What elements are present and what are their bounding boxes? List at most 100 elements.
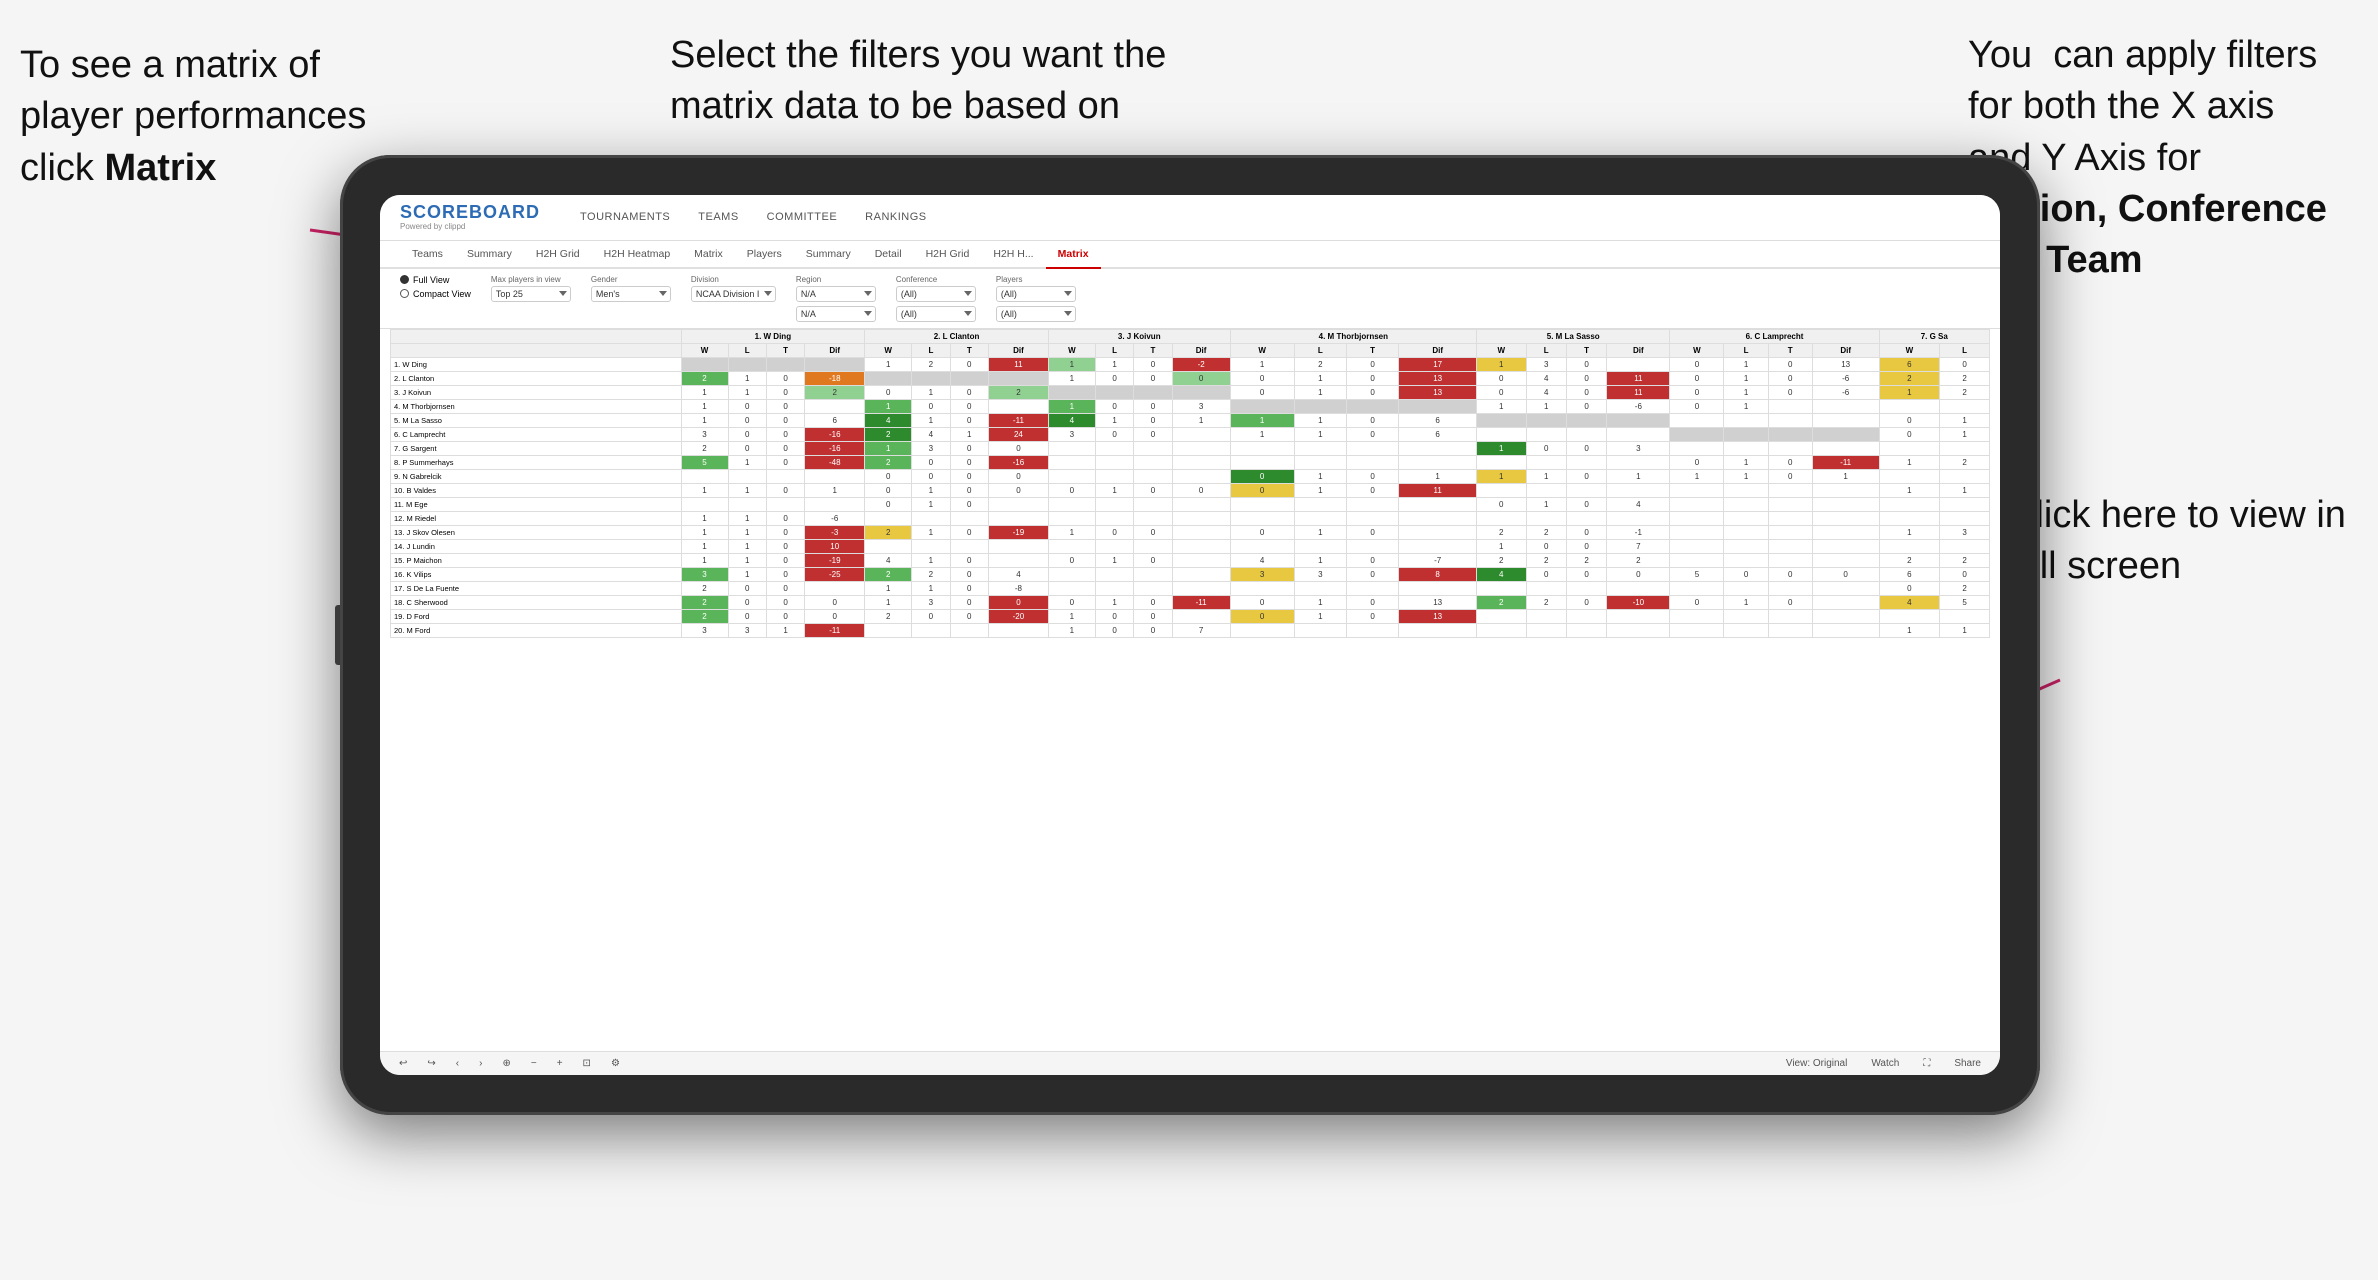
tab-summary2[interactable]: Summary [794, 241, 863, 269]
table-row: 18. C Sherwood 2000 1300 010-11 01013 22… [391, 595, 1990, 609]
tab-detail[interactable]: Detail [863, 241, 914, 269]
toolbar-settings[interactable]: ⚙ [606, 1056, 625, 1071]
toolbar-screen-icon[interactable]: ⛶ [1918, 1056, 1935, 1071]
toolbar-forward[interactable]: › [474, 1056, 487, 1071]
filter-region-y-select[interactable]: N/A [796, 306, 876, 322]
table-row: 13. J Skov Olesen 110-3 210-19 100 010 2… [391, 525, 1990, 539]
table-row: 9. N Gabrelcik 0000 0101 1101 1101 [391, 469, 1990, 483]
toolbar-redo[interactable]: ↪ [422, 1056, 440, 1071]
filter-bar: Full View Compact View Max players in vi… [380, 269, 2000, 329]
nav-tournaments[interactable]: TOURNAMENTS [580, 207, 670, 227]
toolbar-view-original[interactable]: View: Original [1781, 1056, 1853, 1071]
view-full[interactable]: Full View [400, 275, 471, 285]
tablet-screen: SCOREBOARD Powered by clippd TOURNAMENTS… [380, 195, 2000, 1075]
matrix-content: 1. W Ding 2. L Clanton 3. J Koivun 4. M … [380, 329, 2000, 1075]
filter-region: Region N/A N/A [796, 275, 876, 322]
tab-h2h-grid1[interactable]: H2H Grid [524, 241, 592, 269]
tablet-device: SCOREBOARD Powered by clippd TOURNAMENTS… [340, 155, 2040, 1115]
tab-matrix-active[interactable]: Matrix [1046, 241, 1101, 269]
table-row: 10. B Valdes 1101 0100 0100 01011 11 [391, 483, 1990, 497]
logo-title: SCOREBOARD [400, 203, 540, 223]
toolbar-plus[interactable]: + [552, 1056, 568, 1071]
tab-h2h-heatmap[interactable]: H2H Heatmap [592, 241, 683, 269]
filter-conference-label: Conference [896, 275, 976, 284]
app-header: SCOREBOARD Powered by clippd TOURNAMENTS… [380, 195, 2000, 241]
toolbar-back[interactable]: ‹ [451, 1056, 464, 1071]
filter-players-x-select[interactable]: (All) [996, 286, 1076, 302]
annotation-bottomright: Click here to view in full screen [2008, 490, 2348, 593]
filter-region-x-select[interactable]: N/A [796, 286, 876, 302]
tab-teams[interactable]: Teams [400, 241, 455, 269]
toolbar-watch[interactable]: Watch [1866, 1056, 1904, 1071]
bottom-toolbar: ↩ ↪ ‹ › ⊕ − + ⊡ ⚙ View: Original Watch ⛶… [380, 1051, 2000, 1075]
filter-gender: Gender Men's [591, 275, 671, 302]
table-row: 6. C Lamprecht 300-16 24124 300 1106 01 [391, 427, 1990, 441]
tab-summary1[interactable]: Summary [455, 241, 524, 269]
view-options: Full View Compact View [400, 275, 471, 299]
filter-conference-y-select[interactable]: (All) [896, 306, 976, 322]
annotation-topmid: Select the filters you want the matrix d… [670, 30, 1190, 133]
table-row: 16. K Vilips 310-25 2204 3308 4000 500 0… [391, 567, 1990, 581]
filter-players-y-select[interactable]: (All) [996, 306, 1076, 322]
view-compact[interactable]: Compact View [400, 289, 471, 299]
radio-compact-dot [400, 289, 409, 298]
tab-matrix1[interactable]: Matrix [682, 241, 735, 269]
col-header-mthorb: 4. M Thorbjornsen [1230, 329, 1476, 343]
radio-full-dot [400, 275, 409, 284]
annotation-topleft-text: To see a matrix of player performances c… [20, 44, 366, 189]
nav-committee[interactable]: COMMITTEE [767, 207, 838, 227]
toolbar-minus[interactable]: − [526, 1056, 542, 1071]
table-row: 19. D Ford 2000 200-20 100 01013 [391, 609, 1990, 623]
table-row: 15. P Maichon 110-19 410 010 410-7 22 22… [391, 553, 1990, 567]
logo-area: SCOREBOARD Powered by clippd [400, 203, 540, 232]
toolbar-reset[interactable]: ⊡ [578, 1056, 596, 1071]
annotation-topleft: To see a matrix of player performances c… [20, 40, 380, 194]
table-row: 17. S De La Fuente 200 110-8 02 [391, 581, 1990, 595]
filter-gender-label: Gender [591, 275, 671, 284]
tablet-side-button [335, 605, 340, 665]
filter-conference: Conference (All) (All) [896, 275, 976, 322]
col-header-jkoivun: 3. J Koivun [1048, 329, 1230, 343]
table-row: 7. G Sargent 200-16 1300 1003 [391, 441, 1990, 455]
matrix-table-wrapper[interactable]: 1. W Ding 2. L Clanton 3. J Koivun 4. M … [380, 329, 2000, 1051]
main-nav: TOURNAMENTS TEAMS COMMITTEE RANKINGS [580, 207, 927, 227]
table-row: 1. W Ding 12011 110-2 12017 130 01013 60 [391, 357, 1990, 371]
col-header-gsa: 7. G Sa [1879, 329, 1989, 343]
toolbar-share[interactable]: Share [1949, 1056, 1986, 1071]
filter-conference-x-select[interactable]: (All) [896, 286, 976, 302]
filter-division: Division NCAA Division I [691, 275, 776, 302]
sub-nav: Teams Summary H2H Grid H2H Heatmap Matri… [380, 241, 2000, 269]
matrix-table: 1. W Ding 2. L Clanton 3. J Koivun 4. M … [390, 329, 1990, 638]
table-row: 20. M Ford 331-11 1007 11 [391, 623, 1990, 637]
col-header-empty [391, 329, 682, 343]
filter-gender-select[interactable]: Men's [591, 286, 671, 302]
nav-teams[interactable]: TEAMS [698, 207, 738, 227]
tab-players[interactable]: Players [735, 241, 794, 269]
nav-rankings[interactable]: RANKINGS [865, 207, 926, 227]
toolbar-view-area: View: Original Watch ⛶ Share [1781, 1056, 1986, 1071]
col-header-clamprecht: 6. C Lamprecht [1670, 329, 1879, 343]
col-header-wding: 1. W Ding [681, 329, 865, 343]
filter-players-label: Players [996, 275, 1076, 284]
table-row: 14. J Lundin 11010 1007 [391, 539, 1990, 553]
table-row: 2. L Clanton 210-18 1000 01013 04011 010… [391, 371, 1990, 385]
tab-h2h-grid2[interactable]: H2H Grid [914, 241, 982, 269]
filter-max-label: Max players in view [491, 275, 571, 284]
tab-h2h-h[interactable]: H2H H... [981, 241, 1045, 269]
table-row: 12. M Riedel 110-6 [391, 511, 1990, 525]
filter-max-select[interactable]: Top 25 [491, 286, 571, 302]
table-row: 8. P Summerhays 510-48 200-16 010-11 12 [391, 455, 1990, 469]
col-header-lclanton: 2. L Clanton [865, 329, 1049, 343]
col-header-mlasasso: 5. M La Sasso [1477, 329, 1670, 343]
filter-max-players: Max players in view Top 25 [491, 275, 571, 302]
toolbar-add[interactable]: ⊕ [497, 1056, 515, 1071]
filter-region-label: Region [796, 275, 876, 284]
table-row: 5. M La Sasso 1006 410-11 4101 1106 01 [391, 413, 1990, 427]
filter-players: Players (All) (All) [996, 275, 1076, 322]
table-row: 3. J Koivun 1102 0102 01013 04011 010-6 … [391, 385, 1990, 399]
filter-division-label: Division [691, 275, 776, 284]
table-row: 4. M Thorbjornsen 100 100 1003 110-6 01 [391, 399, 1990, 413]
table-row: 11. M Ege 010 0104 [391, 497, 1990, 511]
filter-division-select[interactable]: NCAA Division I [691, 286, 776, 302]
toolbar-undo[interactable]: ↩ [394, 1056, 412, 1071]
